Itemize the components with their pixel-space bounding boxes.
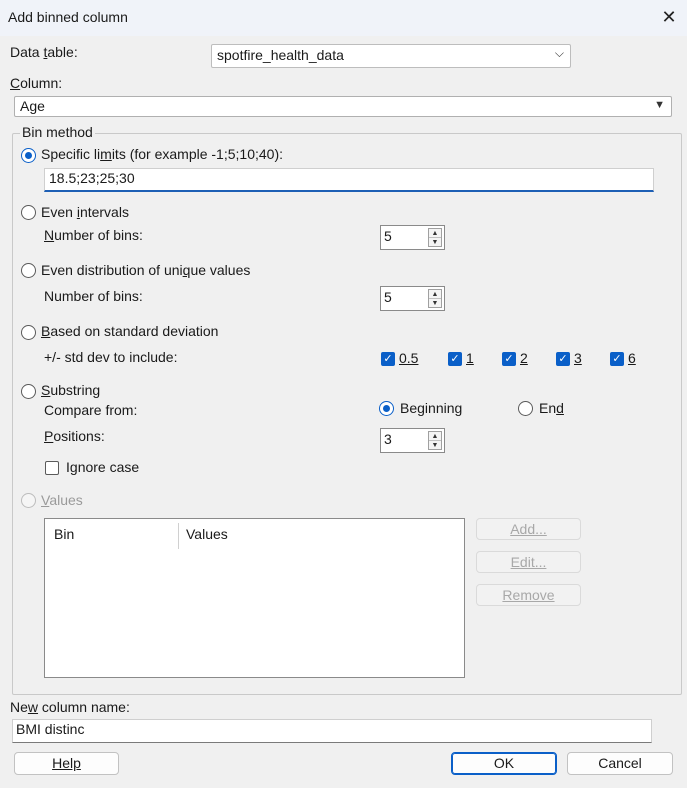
stepper-buttons: ▲ ▼ [428, 228, 442, 247]
std-dev-include-label: +/- std dev to include: [44, 349, 178, 365]
window-title: Add binned column [8, 9, 128, 25]
ignore-case-checkbox[interactable] [45, 461, 59, 475]
ignore-case-label: Ignore case [66, 459, 140, 475]
std-dev-3-checkbox[interactable]: ✓ [556, 352, 570, 366]
even-intervals-bins-stepper[interactable]: 5 ▲ ▼ [380, 225, 445, 250]
new-column-name-input[interactable]: BMI distinc [12, 719, 652, 743]
positions-stepper[interactable]: 3 ▲ ▼ [380, 428, 445, 453]
std-dev-1-checkbox[interactable]: ✓ [448, 352, 462, 366]
even-intervals-radio[interactable] [21, 205, 36, 220]
spin-up-icon[interactable]: ▲ [429, 432, 441, 441]
std-dev-6-checkbox[interactable]: ✓ [610, 352, 624, 366]
values-list[interactable]: Bin Values [44, 518, 465, 678]
spin-up-icon[interactable]: ▲ [429, 229, 441, 238]
spin-down-icon[interactable]: ▼ [429, 299, 441, 308]
spin-up-icon[interactable]: ▲ [429, 290, 441, 299]
std-dev-2-checkbox[interactable]: ✓ [502, 352, 516, 366]
specific-limits-input[interactable]: 18.5;23;25;30 [44, 168, 654, 192]
specific-limits-radio[interactable] [21, 148, 36, 163]
std-dev-2-label: 2 [520, 350, 528, 366]
positions-label: Positions: [44, 428, 105, 444]
even-distribution-bins-label: Number of bins: [44, 288, 143, 304]
values-column-header-bin: Bin [54, 526, 75, 542]
substring-label: Substring [41, 382, 101, 398]
values-label: Values [41, 492, 83, 508]
bin-method-label: Bin method [20, 124, 95, 140]
data-table-dropdown[interactable]: spotfire_health_data ⌵ [211, 44, 571, 68]
stepper-buttons: ▲ ▼ [428, 431, 442, 450]
specific-limits-label: Specific limits (for example -1;5;10;40)… [41, 146, 283, 162]
even-intervals-label: Even intervals [41, 204, 129, 220]
even-distribution-bins-stepper[interactable]: 5 ▲ ▼ [380, 286, 445, 311]
specific-limits-value: 18.5;23;25;30 [49, 170, 135, 186]
even-intervals-bins-value: 5 [384, 228, 392, 244]
even-distribution-radio[interactable] [21, 263, 36, 278]
compare-end-radio[interactable] [518, 401, 533, 416]
help-button[interactable]: Help [14, 752, 119, 775]
triangle-down-icon: ▼ [654, 99, 665, 111]
values-column-header-values: Values [186, 526, 228, 542]
add-button[interactable]: Add... [476, 518, 581, 540]
std-dev-label: Based on standard deviation [41, 323, 219, 339]
std-dev-6-label: 6 [628, 350, 636, 366]
close-icon[interactable]: ✕ [658, 6, 680, 28]
data-table-value: spotfire_health_data [217, 47, 344, 63]
spin-down-icon[interactable]: ▼ [429, 441, 441, 450]
std-dev-1-label: 1 [466, 350, 474, 366]
remove-button[interactable]: Remove [476, 584, 581, 606]
compare-beginning-radio[interactable] [379, 401, 394, 416]
std-dev-0.5-checkbox[interactable]: ✓ [381, 352, 395, 366]
substring-radio[interactable] [21, 384, 36, 399]
spin-down-icon[interactable]: ▼ [429, 238, 441, 247]
compare-from-label: Compare from: [44, 402, 138, 418]
column-divider [178, 523, 179, 549]
chevron-down-icon: ⌵ [554, 46, 564, 60]
even-intervals-bins-label: Number of bins: [44, 227, 143, 243]
cancel-button[interactable]: Cancel [567, 752, 673, 775]
std-dev-0.5-label: 0.5 [399, 350, 419, 366]
even-distribution-label: Even distribution of unique values [41, 262, 251, 278]
even-distribution-bins-value: 5 [384, 289, 392, 305]
std-dev-3-label: 3 [574, 350, 582, 366]
edit-button[interactable]: Edit... [476, 551, 581, 573]
column-label: Column: [10, 75, 63, 91]
compare-end-label: End [539, 400, 564, 416]
column-dropdown[interactable]: Age ▼ [14, 96, 672, 117]
new-column-name-label: New column name: [10, 699, 130, 715]
positions-value: 3 [384, 431, 392, 447]
std-dev-radio[interactable] [21, 325, 36, 340]
compare-beginning-label: Beginning [400, 400, 463, 416]
new-column-name-value: BMI distinc [16, 721, 85, 737]
values-radio[interactable] [21, 493, 36, 508]
data-table-label: Data table: [10, 44, 78, 60]
column-value: Age [20, 98, 45, 114]
stepper-buttons: ▲ ▼ [428, 289, 442, 308]
ok-button[interactable]: OK [451, 752, 557, 775]
